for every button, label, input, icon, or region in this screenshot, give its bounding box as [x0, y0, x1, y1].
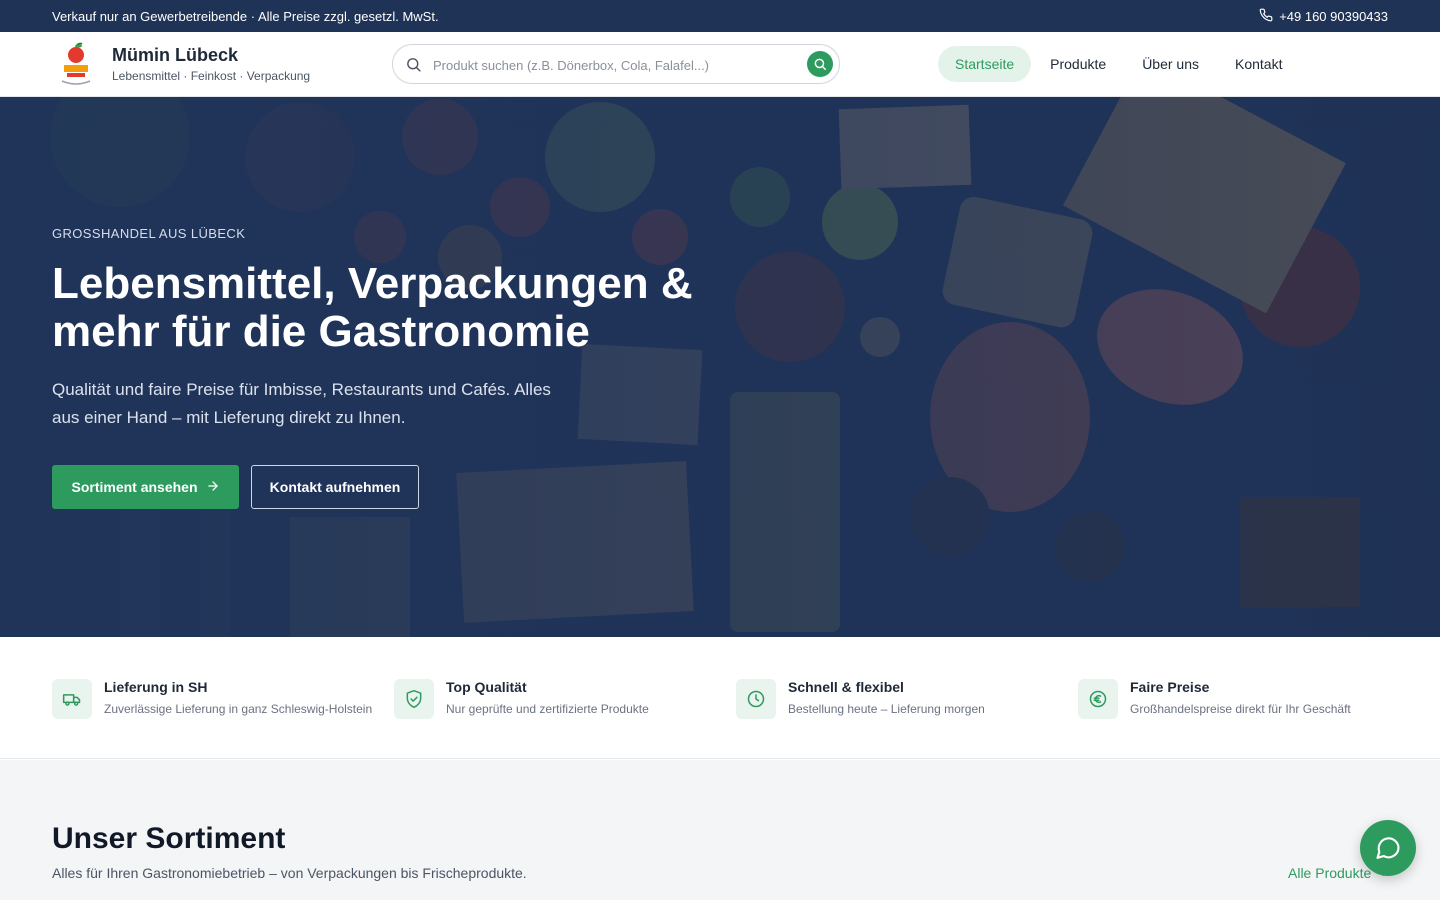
- search-submit-icon: [814, 58, 826, 70]
- feature-title: Faire Preise: [1130, 679, 1210, 695]
- clock-icon: [736, 679, 776, 719]
- contact-button-label: Kontakt aufnehmen: [269, 479, 401, 495]
- chat-bubble-icon: [1376, 837, 1400, 859]
- phone-number: +49 160 90390433: [1279, 8, 1388, 24]
- whatsapp-chat-button[interactable]: [1360, 820, 1416, 876]
- nav-kontakt[interactable]: Kontakt: [1218, 46, 1299, 82]
- all-products-label: Alle Produkte: [1288, 865, 1372, 881]
- hero-eyebrow: GROSSHANDEL AUS LÜBECK: [52, 226, 246, 241]
- feature-delivery: Lieferung in SH Zuverlässige Lieferung i…: [52, 679, 382, 719]
- feature-prices: Faire Preise Großhandelspreise direkt fü…: [1078, 679, 1408, 719]
- hero-subtitle: Qualität und faire Preise für Imbisse, R…: [52, 380, 551, 427]
- site-header: Mümin Lübeck Lebensmittel · Feinkost · V…: [0, 32, 1440, 97]
- nav-produkte[interactable]: Produkte: [1033, 46, 1123, 82]
- hero-section: GROSSHANDEL AUS LÜBECK Lebensmittel, Ver…: [0, 97, 1440, 637]
- search-input[interactable]: [433, 53, 793, 77]
- feature-speed: Schnell & flexibel Bestellung heute – Li…: [736, 679, 1066, 719]
- search-icon: [405, 56, 422, 73]
- phone-link[interactable]: +49 160 90390433: [1259, 8, 1388, 25]
- feature-description: Bestellung heute – Lieferung morgen: [788, 702, 985, 716]
- features-strip: Lieferung in SH Zuverlässige Lieferung i…: [0, 637, 1440, 759]
- feature-quality: Top Qualität Nur geprüfte und zertifizie…: [394, 679, 724, 719]
- truck-icon: [52, 679, 92, 719]
- nav-startseite[interactable]: Startseite: [938, 46, 1032, 82]
- browse-assortment-label: Sortiment ansehen: [71, 479, 198, 495]
- feature-title: Lieferung in SH: [104, 679, 208, 695]
- sortiment-section: Unser Sortiment Alles für Ihren Gastrono…: [0, 760, 1440, 900]
- euro-icon: [1078, 679, 1118, 719]
- main-nav: Startseite Produkte Über uns Kontakt: [938, 46, 1301, 82]
- brand-tagline: Lebensmittel · Feinkost · Verpackung: [112, 69, 311, 83]
- sortiment-heading: Unser Sortiment: [52, 822, 286, 855]
- arrow-right-icon: [206, 479, 220, 496]
- nav-ueber-uns[interactable]: Über uns: [1125, 46, 1216, 82]
- announcement-text: Verkauf nur an Gewerbetreibende · Alle P…: [52, 8, 439, 24]
- feature-description: Nur geprüfte und zertifizierte Produkte: [446, 702, 649, 716]
- feature-title: Top Qualität: [446, 679, 527, 695]
- search-bar: [392, 44, 840, 84]
- brand-logo[interactable]: [58, 41, 94, 87]
- hero-title: Lebensmittel, Verpackungen & mehr für di…: [52, 259, 693, 356]
- hero-overlay: [0, 97, 1440, 637]
- phone-icon: [1259, 8, 1273, 25]
- browse-assortment-button[interactable]: Sortiment ansehen: [52, 465, 239, 509]
- search-submit-button[interactable]: [807, 51, 833, 77]
- feature-title: Schnell & flexibel: [788, 679, 904, 695]
- feature-description: Zuverlässige Lieferung in ganz Schleswig…: [104, 702, 373, 716]
- shield-check-icon: [394, 679, 434, 719]
- contact-button[interactable]: Kontakt aufnehmen: [251, 465, 419, 509]
- top-announcement-bar: Verkauf nur an Gewerbetreibende · Alle P…: [0, 0, 1440, 32]
- feature-description: Großhandelspreise direkt für Ihr Geschäf…: [1130, 702, 1351, 716]
- sortiment-subtitle: Alles für Ihren Gastronomiebetrieb – von…: [52, 865, 527, 881]
- brand-name[interactable]: Mümin Lübeck: [112, 45, 238, 66]
